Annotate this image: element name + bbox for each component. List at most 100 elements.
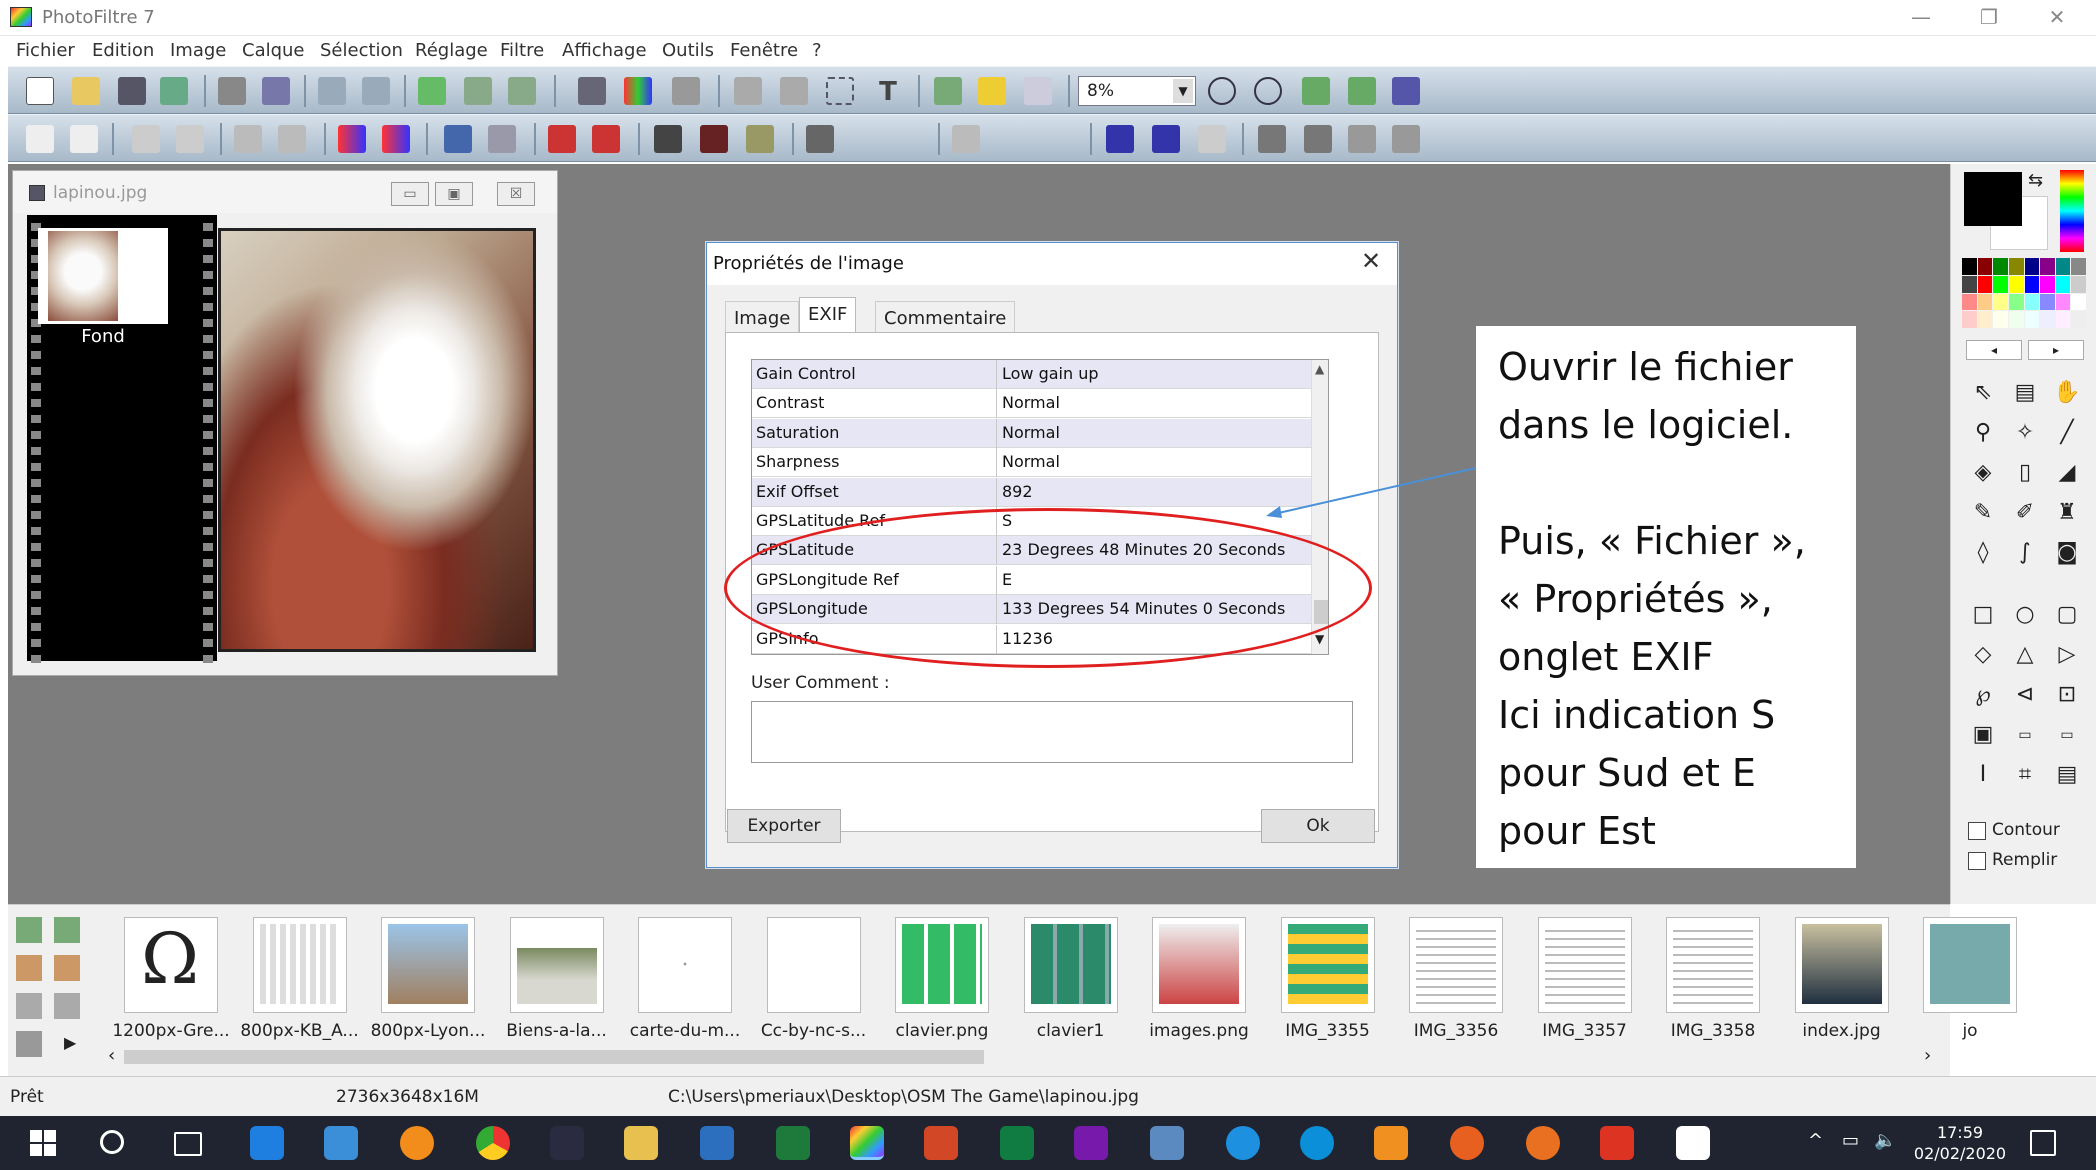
- palette-swatch[interactable]: [1962, 293, 1977, 311]
- butterfly-icon[interactable]: [1374, 1126, 1408, 1160]
- powerpoint-icon[interactable]: [924, 1126, 958, 1160]
- firefox-icon[interactable]: [1450, 1126, 1484, 1160]
- project-icon[interactable]: [1000, 1126, 1034, 1160]
- menu-image[interactable]: Image: [170, 40, 226, 61]
- blur-grid-icon[interactable]: [700, 125, 728, 153]
- rotate-left-icon[interactable]: [1348, 125, 1376, 153]
- folder-icon[interactable]: [54, 917, 80, 943]
- document-title-bar[interactable]: lapinou.jpg ▭ ▣ ☒: [13, 171, 557, 213]
- zoom-in-icon[interactable]: [1208, 77, 1236, 105]
- rabbit-photo[interactable]: [218, 228, 536, 652]
- skype-icon[interactable]: [1300, 1126, 1334, 1160]
- rounded-rect-shape-icon[interactable]: ▢: [2052, 600, 2082, 630]
- contour-checkbox[interactable]: [1968, 822, 1986, 840]
- pointer-tool-icon[interactable]: ⇖: [1968, 378, 1998, 408]
- chevron-left-icon[interactable]: ‹: [108, 1045, 115, 1066]
- user-comment-input[interactable]: [751, 701, 1353, 763]
- palette-swatch[interactable]: [2040, 311, 2055, 328]
- contrast-up-icon[interactable]: [176, 125, 204, 153]
- browser-thumbnail[interactable]: [766, 917, 861, 1013]
- open-selection-icon[interactable]: ⊡: [2052, 680, 2082, 710]
- menu-calque[interactable]: Calque: [242, 40, 305, 61]
- save-icon[interactable]: [118, 77, 146, 105]
- dialog-close-button[interactable]: ✕: [1361, 247, 1381, 275]
- shadow-icon[interactable]: [1152, 125, 1180, 153]
- open-folder-icon[interactable]: [72, 77, 100, 105]
- folder-back-icon[interactable]: [16, 955, 42, 981]
- ratio-43-icon[interactable]: ▭: [2010, 720, 2040, 750]
- palette-swatch[interactable]: [2040, 293, 2055, 311]
- zoom-select[interactable]: 8% ▼: [1078, 76, 1196, 106]
- chrome-icon[interactable]: [476, 1126, 510, 1160]
- remplir-checkbox[interactable]: [1968, 852, 1986, 870]
- redo-icon[interactable]: [362, 77, 390, 105]
- emboss-icon[interactable]: [952, 125, 980, 153]
- menu-help[interactable]: ?: [812, 40, 822, 61]
- volume-icon[interactable]: 🔈: [1874, 1130, 1896, 1151]
- chat-icon[interactable]: [324, 1126, 358, 1160]
- diamond-shape-icon[interactable]: ◇: [1968, 640, 1998, 670]
- palette-swatch[interactable]: [2055, 275, 2071, 293]
- browser-thumbnail[interactable]: [1409, 917, 1503, 1013]
- menu-reglage[interactable]: Réglage: [415, 40, 488, 61]
- flip-h-icon[interactable]: [1258, 125, 1286, 153]
- menu-affichage[interactable]: Affichage: [562, 40, 647, 61]
- browser-thumbnail[interactable]: [638, 917, 732, 1013]
- chevron-down-icon[interactable]: ▼: [1315, 632, 1324, 646]
- edge-icon[interactable]: [250, 1126, 284, 1160]
- exif-row[interactable]: Contrast Normal: [752, 389, 1312, 419]
- actual-size-icon[interactable]: [1348, 77, 1376, 105]
- grid-icon[interactable]: [654, 125, 682, 153]
- drop-plus-icon[interactable]: [894, 125, 922, 153]
- tab-exif[interactable]: EXIF: [799, 297, 857, 333]
- palette-swatch[interactable]: [1977, 258, 1993, 275]
- folder-up-icon[interactable]: [16, 917, 42, 943]
- task-view-icon[interactable]: [174, 1132, 202, 1156]
- levels-icon[interactable]: [444, 125, 472, 153]
- palette-swatch[interactable]: [2071, 258, 2086, 275]
- color-spectrum[interactable]: [2060, 170, 2084, 252]
- notification-icon[interactable]: [2030, 1130, 2056, 1156]
- drop-icon[interactable]: [850, 125, 878, 153]
- expand-arrow-icon[interactable]: ▶: [64, 1033, 76, 1052]
- texture-icon[interactable]: [1198, 125, 1226, 153]
- close-button[interactable]: ✕: [2034, 2, 2080, 32]
- menu-selection[interactable]: Sélection: [320, 40, 403, 61]
- folder-forward-icon[interactable]: [54, 955, 80, 981]
- ie-icon[interactable]: [1226, 1126, 1260, 1160]
- options-icon[interactable]: ▤: [2052, 760, 2082, 790]
- line-tool-icon[interactable]: ╱: [2052, 418, 2082, 448]
- word-icon[interactable]: [700, 1126, 734, 1160]
- clock[interactable]: 17:59 02/02/2020: [1900, 1122, 2020, 1164]
- crop-icon[interactable]: ⌗: [2010, 760, 2040, 790]
- excel-icon[interactable]: [776, 1126, 810, 1160]
- contrast-down-icon[interactable]: [132, 125, 160, 153]
- triangle-shape-icon[interactable]: △: [2010, 640, 2040, 670]
- spray-tool-icon[interactable]: ▯: [2010, 458, 2040, 488]
- browser-thumbnail[interactable]: [1023, 917, 1118, 1013]
- fill-icon[interactable]: [578, 77, 606, 105]
- browser-thumbnail[interactable]: [252, 917, 347, 1013]
- palette-swatch[interactable]: [2055, 293, 2071, 311]
- palette-swatch[interactable]: [2024, 258, 2040, 275]
- auto-contrast-icon[interactable]: [592, 125, 620, 153]
- network-tray-icon[interactable]: ▭: [1842, 1130, 1859, 1151]
- explorer-icon[interactable]: [934, 77, 962, 105]
- firefox-alt-icon[interactable]: [1526, 1126, 1560, 1160]
- print-icon[interactable]: [218, 77, 246, 105]
- paste-new-icon[interactable]: [508, 77, 536, 105]
- palette-swatch[interactable]: [1993, 311, 2008, 328]
- flip-v-icon[interactable]: [1304, 125, 1332, 153]
- chevron-down-icon[interactable]: ▼: [1173, 79, 1193, 103]
- triangle-plus-icon[interactable]: [1044, 125, 1072, 153]
- palette-swatch[interactable]: [2008, 311, 2024, 328]
- palette-swatch[interactable]: [1977, 293, 1993, 311]
- browser-thumbnail[interactable]: [1794, 917, 1889, 1013]
- app-orange-icon[interactable]: [400, 1126, 434, 1160]
- foreground-color-swatch[interactable]: [1964, 172, 2022, 226]
- browser-thumbnail[interactable]: [1280, 917, 1375, 1013]
- hand-tool-icon[interactable]: ✋: [2052, 378, 2082, 408]
- palette-swatch[interactable]: [2071, 293, 2086, 311]
- ratio-32-icon[interactable]: ▭: [2052, 720, 2082, 750]
- tab-commentaire[interactable]: Commentaire: [875, 301, 1016, 333]
